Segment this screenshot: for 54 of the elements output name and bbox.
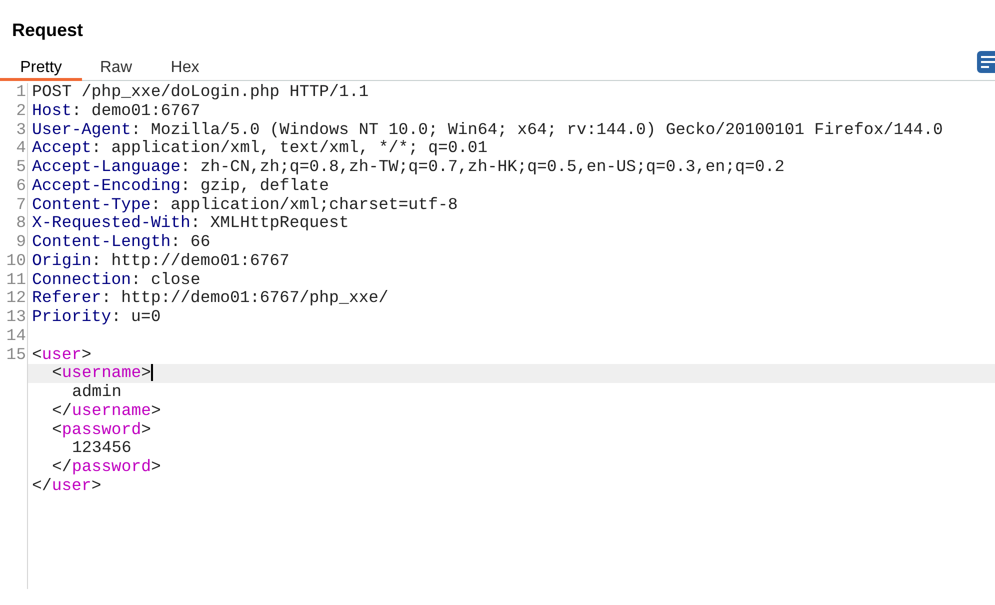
xml-tag: <username> <box>52 363 152 382</box>
header-name: Referer <box>32 288 102 308</box>
line-number: 10 <box>6 250 26 270</box>
header-name: Priority <box>32 307 112 326</box>
xml-tag: <password> <box>52 420 152 438</box>
header-value: : XMLHttpRequest <box>190 213 349 232</box>
header-name: Accept <box>32 138 92 158</box>
line-number: 4 <box>16 138 26 158</box>
header-name: Accept-Encoding <box>32 176 181 195</box>
header-value: : u=0 <box>111 307 161 326</box>
header-value: POST /php_xxe/doLogin.php HTTP/1.1 <box>32 82 369 101</box>
xml-text: admin <box>72 382 122 401</box>
header-value: : application/xml, text/xml, */*; q=0.01 <box>91 138 488 158</box>
header-name: Content-Length <box>32 232 171 251</box>
view-tab[interactable]: Hex <box>150 60 220 81</box>
header-name: Connection <box>32 270 132 288</box>
xml-tag: <user> <box>32 344 92 364</box>
header-value: : 66 <box>170 232 210 251</box>
xml-tag: </password> <box>52 457 161 476</box>
view-tab[interactable]: Raw <box>82 60 150 81</box>
text-cursor <box>151 364 154 382</box>
line-number: 6 <box>16 176 26 195</box>
line-number: 14 <box>6 326 26 345</box>
header-value: : zh-CN,zh;q=0.8,zh-TW;q=0.7,zh-HK;q=0.5,en-US;q=0.3,en;q=0.2 <box>180 157 785 176</box>
line-number: 2 <box>16 100 26 120</box>
wrap-lines-icon[interactable] <box>977 51 995 73</box>
header-value: : close <box>131 270 200 288</box>
line-number: 1 <box>16 82 26 101</box>
header-value: : gzip, deflate <box>180 176 330 195</box>
line-number: 7 <box>16 194 26 214</box>
line-number: 11 <box>6 270 26 288</box>
header-value: : demo01:6767 <box>72 100 200 120</box>
line-number: 15 <box>6 344 26 364</box>
header-value: : Mozilla/5.0 (Windows NT 10.0; Win64; x64; rv:144.0) Gecko/20100101 Firefox/144.0 <box>131 120 943 138</box>
line-number: 12 <box>6 288 26 308</box>
header-name: Content-Type <box>32 194 151 214</box>
line-number: 3 <box>16 120 26 138</box>
line-number: 9 <box>16 232 26 251</box>
header-name: User-Agent <box>32 120 132 138</box>
xml-text: 123456 <box>72 438 132 458</box>
header-value: : http://demo01:6767/php_xxe/ <box>101 288 388 308</box>
xml-tag: </user> <box>32 476 102 495</box>
panel-title: Request <box>12 19 84 42</box>
header-value: : http://demo01:6767 <box>91 250 290 270</box>
xml-tag: </username> <box>52 400 161 420</box>
view-tab[interactable]: Pretty <box>0 60 82 81</box>
header-value: : application/xml;charset=utf-8 <box>150 194 458 214</box>
header-name: X-Requested-With <box>32 213 190 232</box>
line-number: 8 <box>16 213 26 232</box>
line-number: 13 <box>6 307 26 326</box>
header-name: Accept-Language <box>32 157 181 176</box>
header-name: Host <box>32 100 72 120</box>
line-number: 5 <box>16 157 26 176</box>
header-name: Origin <box>32 250 92 270</box>
